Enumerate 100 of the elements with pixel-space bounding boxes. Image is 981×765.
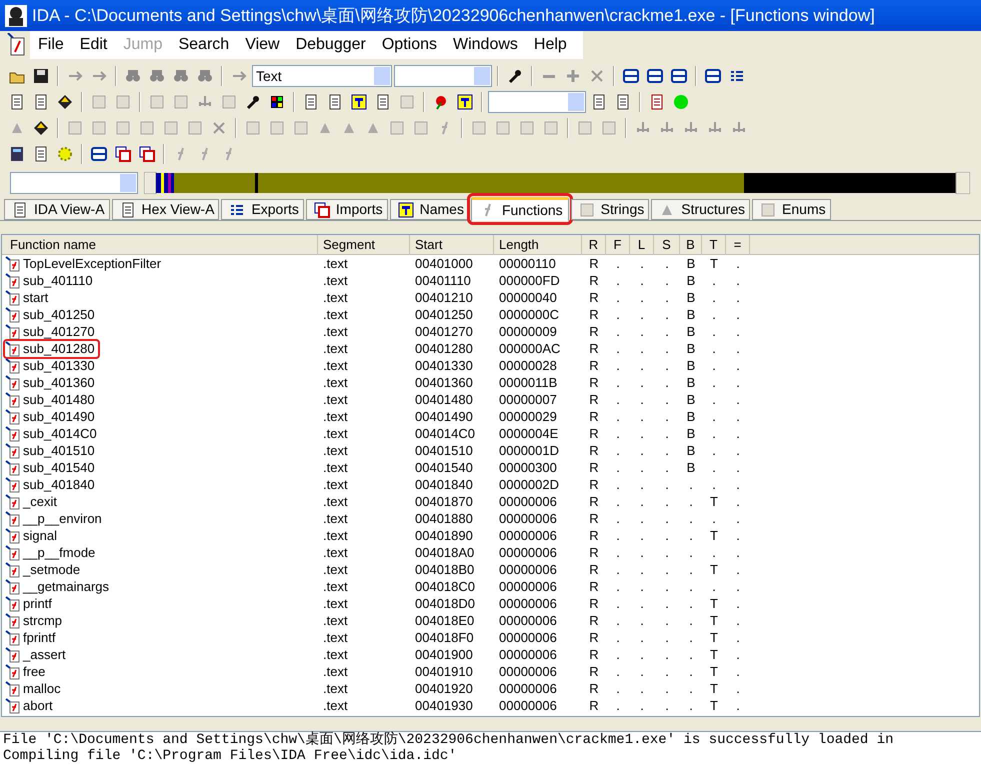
table-cell: 00401920 xyxy=(415,680,473,696)
document-icon[interactable] xyxy=(591,94,607,110)
table-cell-text: . xyxy=(616,612,620,630)
column-header[interactable]: Function name xyxy=(5,235,318,255)
table-cell: 00000006 xyxy=(499,612,557,628)
tab[interactable]: Exports xyxy=(221,199,304,220)
circle-icon[interactable] xyxy=(673,94,689,110)
document-icon[interactable] xyxy=(33,146,49,162)
binoculars-icon[interactable] xyxy=(197,68,213,84)
display-combo[interactable]: Text xyxy=(252,65,392,87)
column-header[interactable]: = xyxy=(726,235,750,255)
table-cell-text: . xyxy=(736,374,740,392)
column-header[interactable]: L xyxy=(630,235,654,255)
color-grid-icon[interactable] xyxy=(269,94,285,110)
column-header[interactable]: Length xyxy=(494,235,582,255)
wrench-icon[interactable] xyxy=(245,94,261,110)
tab[interactable]: Enums xyxy=(752,199,831,220)
menu-item[interactable]: View xyxy=(237,33,288,57)
column-header[interactable]: S xyxy=(654,235,680,255)
document-icon[interactable] xyxy=(33,94,49,110)
menu-item[interactable]: File xyxy=(30,33,72,57)
close-icon[interactable] xyxy=(211,120,227,136)
table-cell-text: . xyxy=(736,340,740,358)
close-icon[interactable] xyxy=(589,68,605,84)
table-cell-text: B xyxy=(686,322,696,341)
navigation-band[interactable] xyxy=(144,172,970,194)
document-icon[interactable] xyxy=(649,94,665,110)
flower-icon[interactable] xyxy=(433,94,449,110)
document-icon[interactable] xyxy=(375,94,391,110)
gear-icon[interactable] xyxy=(57,146,73,162)
table-cell: 004018C0 xyxy=(415,578,475,594)
table-cell: 00401490 xyxy=(415,408,473,424)
window-icon[interactable] xyxy=(115,146,131,162)
table-cell: .text xyxy=(323,340,348,356)
dropdown-field[interactable] xyxy=(488,91,586,113)
window-icon[interactable] xyxy=(705,68,721,84)
tab[interactable]: Imports xyxy=(306,199,388,220)
plus-icon[interactable] xyxy=(565,68,581,84)
table-cell-text: sub_401330 xyxy=(23,356,95,375)
window-icon[interactable] xyxy=(91,146,107,162)
table-cell: 00401280 xyxy=(415,340,473,356)
tab[interactable]: Strings xyxy=(570,199,650,220)
menu-item[interactable]: Edit xyxy=(72,33,116,57)
menu-item[interactable]: Options xyxy=(374,33,445,57)
column-header[interactable]: Segment xyxy=(318,235,410,255)
binoculars-icon[interactable] xyxy=(149,68,165,84)
tab[interactable]: Names xyxy=(390,199,469,220)
tab[interactable]: Hex View-A xyxy=(112,199,220,220)
table-cell-text: . xyxy=(736,424,740,443)
table-cell-text: signal xyxy=(23,526,57,545)
table-cell-text: T xyxy=(710,254,718,273)
box-icon[interactable] xyxy=(457,94,473,110)
table-cell: .text xyxy=(323,358,348,373)
window-icon[interactable] xyxy=(623,68,639,84)
table-cell-text: R xyxy=(589,442,599,460)
column-header[interactable]: R xyxy=(582,235,606,255)
column-header[interactable]: T xyxy=(702,235,726,255)
app-icon xyxy=(4,4,28,28)
document-icon[interactable] xyxy=(303,94,319,110)
table-cell-text: . xyxy=(640,374,644,392)
binoculars-icon[interactable] xyxy=(125,68,141,84)
table-cell-text: . xyxy=(616,544,620,562)
table-cell-text: R xyxy=(589,544,599,562)
diamond-icon[interactable] xyxy=(57,94,73,110)
window-icon[interactable] xyxy=(139,146,155,162)
binoculars-icon[interactable] xyxy=(173,68,189,84)
table-cell: 00401540 xyxy=(415,460,473,475)
list-icon[interactable] xyxy=(729,68,745,84)
table-cell-text: R xyxy=(589,254,599,273)
table-cell: 00000028 xyxy=(499,358,557,373)
table-cell: 00000006 xyxy=(499,630,557,645)
menu-item[interactable]: Search xyxy=(170,33,238,57)
column-header[interactable]: Start xyxy=(410,235,494,255)
document-icon[interactable] xyxy=(327,94,343,110)
document-icon[interactable] xyxy=(9,94,25,110)
wrench-icon[interactable] xyxy=(507,68,523,84)
table-cell: 00000300 xyxy=(499,460,557,475)
menu-item[interactable]: Help xyxy=(526,33,575,57)
table-cell-text: T xyxy=(710,696,718,715)
column-header[interactable]: B xyxy=(680,235,702,255)
table-cell-text: T xyxy=(710,492,718,511)
document-icon[interactable] xyxy=(615,94,631,110)
menu-item[interactable]: Debugger xyxy=(288,33,374,57)
tab[interactable]: Structures xyxy=(651,199,750,220)
calculator-icon[interactable] xyxy=(9,146,25,162)
window-icon[interactable] xyxy=(647,68,663,84)
table-cell-text: . xyxy=(665,254,669,273)
menu-item[interactable]: Windows xyxy=(445,33,526,57)
table-cell-text: R xyxy=(589,356,599,375)
window-icon[interactable] xyxy=(671,68,687,84)
segment-combo[interactable] xyxy=(10,172,138,194)
table-cell-text: _setmode xyxy=(23,560,80,579)
column-header[interactable]: F xyxy=(606,235,630,255)
tab[interactable]: IDA View-A xyxy=(4,199,110,220)
document-icon[interactable] xyxy=(6,33,26,57)
dropdown-field[interactable] xyxy=(394,65,492,87)
table-cell-text: R xyxy=(589,696,599,715)
diamond-icon[interactable] xyxy=(33,120,49,136)
table-cell-text: . xyxy=(712,390,716,409)
box-icon[interactable] xyxy=(351,94,367,110)
